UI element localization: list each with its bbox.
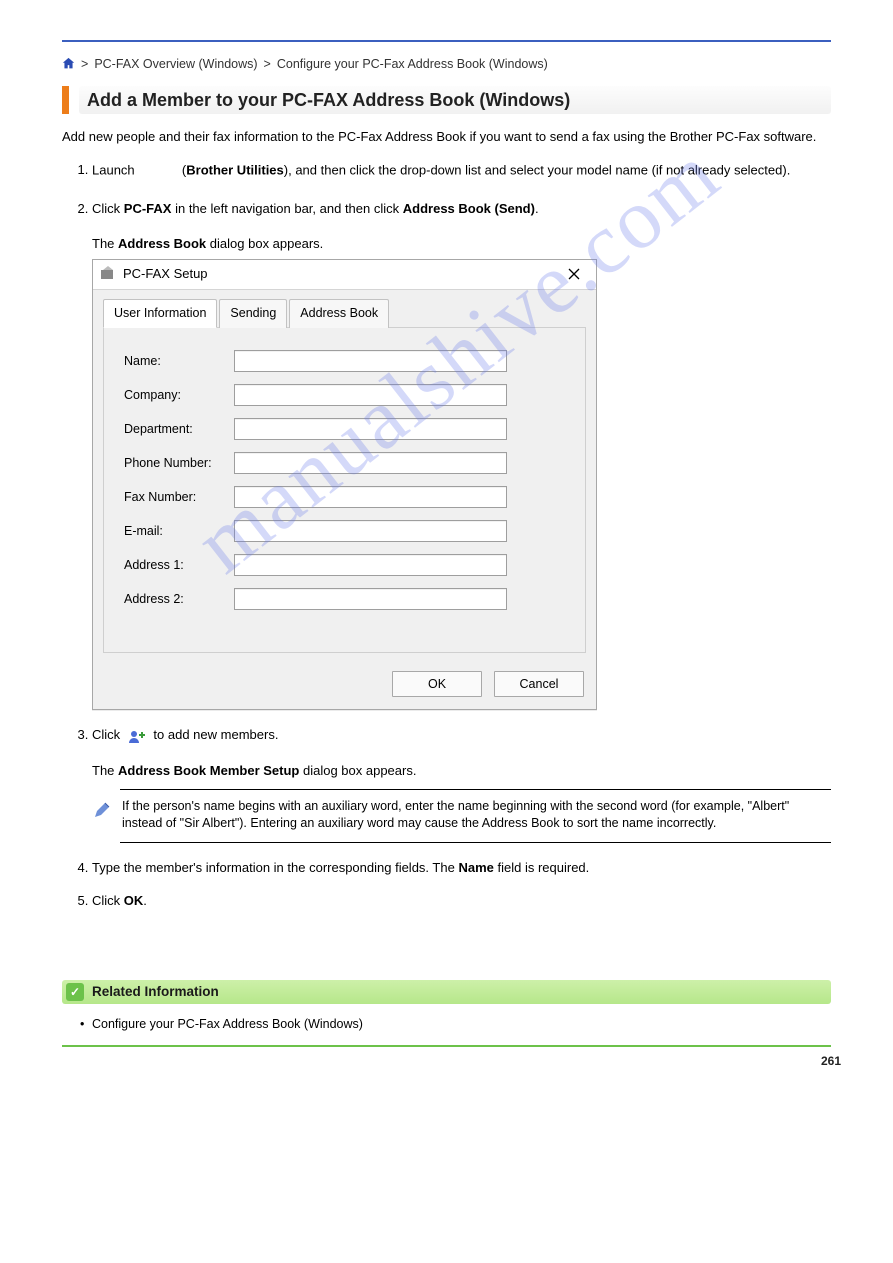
address1-field[interactable] [234, 554, 507, 576]
cancel-button[interactable]: Cancel [494, 671, 584, 697]
breadcrumb-level1[interactable]: PC-FAX Overview (Windows) [94, 56, 257, 73]
name-field[interactable] [234, 350, 507, 372]
step2-f: The [92, 236, 114, 251]
home-icon[interactable] [62, 57, 75, 70]
step2-b: PC-FAX [124, 201, 172, 216]
add-member-icon [128, 729, 146, 743]
step2-e: . [535, 201, 539, 216]
steps-list: Launch ★ (Brother Utilities), and then c… [62, 158, 831, 910]
step5-a: Click [92, 893, 120, 908]
intro-paragraph: Add new people and their fax information… [62, 128, 831, 146]
breadcrumb-level2[interactable]: Configure your PC-Fax Address Book (Wind… [277, 56, 548, 73]
fax-field[interactable] [234, 486, 507, 508]
label-address2: Address 2: [124, 591, 234, 608]
top-rule [62, 40, 831, 42]
note-text: If the person's name begins with an auxi… [122, 798, 831, 832]
related-link[interactable]: • Configure your PC-Fax Address Book (Win… [80, 1016, 831, 1033]
step-2: Click PC-FAX in the left navigation bar,… [92, 200, 831, 711]
green-rule [62, 1045, 831, 1047]
step3-a: Click [92, 727, 120, 742]
step3-d: Address Book Member Setup [118, 763, 299, 778]
tab-address-book[interactable]: Address Book [289, 299, 389, 329]
ok-button[interactable]: OK [392, 671, 482, 697]
step1-d: ), and then click the drop-down list and… [284, 162, 791, 177]
close-icon[interactable] [558, 262, 590, 286]
label-phone: Phone Number: [124, 455, 234, 472]
breadcrumb-sep: > [264, 56, 271, 73]
step2-g: Address Book [118, 236, 206, 251]
step5-c: . [143, 893, 147, 908]
company-field[interactable] [234, 384, 507, 406]
dialog-title: PC-FAX Setup [123, 265, 208, 283]
step5-b: OK [124, 893, 144, 908]
related-information: ✓ Related Information • Configure your PC… [62, 980, 831, 1047]
note-rule-bottom [120, 842, 831, 843]
label-email: E-mail: [124, 523, 234, 540]
dialog-titlebar: PC-FAX Setup [93, 260, 596, 290]
step-3: Click to add new members. The Address Bo… [92, 726, 831, 842]
step-5: Click OK. [92, 892, 831, 910]
step2-d: Address Book (Send) [403, 201, 535, 216]
brother-utilities-icon: ★ [142, 156, 174, 182]
email-field[interactable] [234, 520, 507, 542]
department-field[interactable] [234, 418, 507, 440]
step1-a: Launch [92, 162, 135, 177]
address2-field[interactable] [234, 588, 507, 610]
dialog-footer: OK Cancel [93, 661, 596, 709]
related-link-text: Configure your PC-Fax Address Book (Wind… [92, 1017, 363, 1031]
dialog-tabs: User Information Sending Address Book [103, 298, 586, 329]
step3-e: dialog box appears. [303, 763, 416, 778]
step-4: Type the member's information in the cor… [92, 859, 831, 877]
label-address1: Address 1: [124, 557, 234, 574]
related-heading: Related Information [92, 983, 219, 1001]
tab-user-information[interactable]: User Information [103, 299, 217, 329]
phone-field[interactable] [234, 452, 507, 474]
check-icon: ✓ [66, 983, 84, 1001]
step4-c: field is required. [498, 860, 590, 875]
step1-c: Brother Utilities [186, 162, 284, 177]
pcfax-setup-dialog: PC-FAX Setup User Information Sending Ad… [92, 259, 597, 711]
page-number: 261 [821, 1053, 841, 1069]
note-block: If the person's name begins with an auxi… [120, 789, 831, 843]
section-title: Add a Member to your PC-FAX Address Book… [79, 86, 831, 114]
pencil-icon [92, 800, 112, 820]
heading-accent-bar [62, 86, 69, 114]
tab-panel-user-information: Name: Company: Department: Phone Number:… [103, 328, 586, 653]
step-1: Launch ★ (Brother Utilities), and then c… [92, 158, 831, 184]
step3-b: to add new members. [153, 727, 278, 742]
step4-b: Name [458, 860, 493, 875]
breadcrumb: > PC-FAX Overview (Windows) > Configure … [62, 56, 831, 73]
step4-a: Type the member's information in the cor… [92, 860, 455, 875]
label-department: Department: [124, 421, 234, 438]
bullet-icon: • [80, 1016, 86, 1033]
step2-h: dialog box appears. [210, 236, 323, 251]
label-name: Name: [124, 353, 234, 370]
tab-sending[interactable]: Sending [219, 299, 287, 329]
label-company: Company: [124, 387, 234, 404]
breadcrumb-sep: > [81, 56, 88, 73]
step3-c: The [92, 763, 114, 778]
dialog-app-icon [99, 265, 117, 283]
section-heading-row: Add a Member to your PC-FAX Address Book… [62, 86, 831, 114]
step2-a: Click [92, 201, 120, 216]
step2-c: in the left navigation bar, and then cli… [175, 201, 399, 216]
label-fax: Fax Number: [124, 489, 234, 506]
